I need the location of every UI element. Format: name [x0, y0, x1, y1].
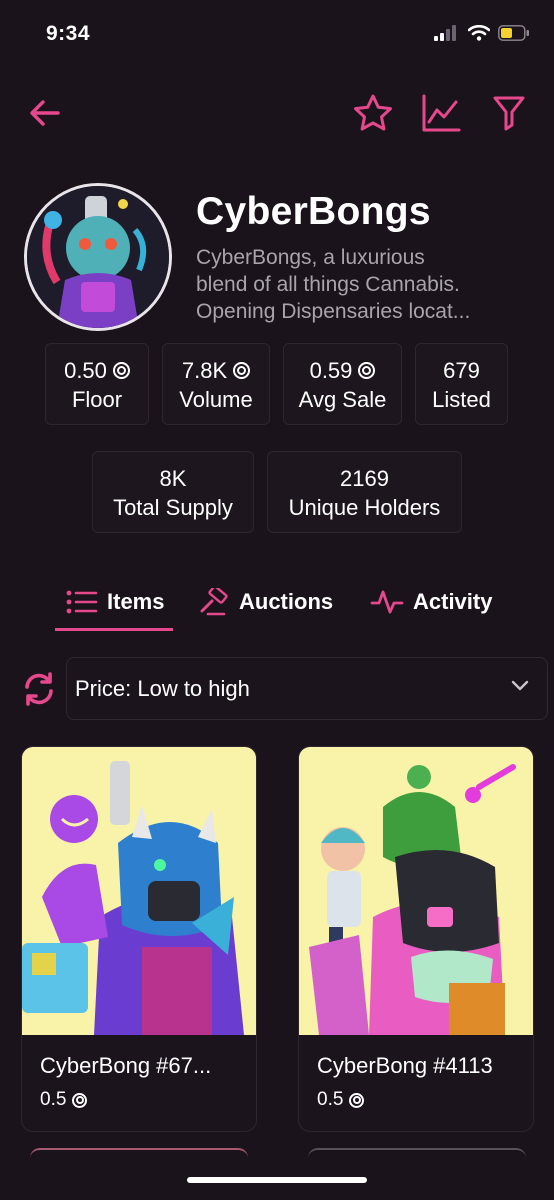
gavel-icon [200, 588, 228, 616]
item-image [299, 747, 533, 1035]
item-card[interactable]: CyberBong #67... 0.5 [21, 746, 257, 1132]
activity-icon [370, 590, 404, 614]
star-icon [354, 94, 392, 131]
description-line: Opening Dispensaries locat... [196, 300, 471, 323]
stat-label: Listed [432, 387, 491, 412]
sol-icon [358, 362, 376, 379]
battery-icon [498, 25, 529, 41]
sort-select[interactable]: Price: Low to high [66, 657, 548, 720]
sol-icon [72, 1092, 88, 1108]
stat-value: 7.8K [181, 358, 228, 383]
list-icon [66, 590, 98, 614]
collection-avatar [24, 183, 172, 331]
tab-label: Auctions [239, 589, 334, 614]
item-card[interactable]: CyberBong #4113 0.5 [298, 746, 534, 1132]
item-name: CyberBong #67... [40, 1053, 212, 1078]
item-card-peek[interactable] [308, 1148, 526, 1168]
wifi-icon [468, 25, 490, 41]
signal-icon [434, 25, 456, 41]
line-chart-icon [422, 94, 461, 132]
arrow-left-icon [30, 100, 60, 126]
tab-activity[interactable]: Activity [370, 582, 492, 622]
stat-floor: 0.50 Floor [45, 343, 149, 425]
status-bar: 9:34 [0, 0, 554, 70]
filter-icon [493, 96, 525, 131]
sort-value: Price: Low to high [75, 675, 250, 701]
active-tab-indicator [55, 628, 173, 631]
description-line: blend of all things Cannabis. [196, 273, 460, 296]
stat-label: Volume [179, 387, 253, 412]
stat-label: Floor [71, 387, 123, 412]
status-icons [434, 25, 530, 41]
price-value: 0.5 [40, 1089, 67, 1110]
refresh-icon [25, 672, 53, 706]
sol-icon [233, 362, 251, 379]
tab-label: Items [107, 589, 165, 614]
stat-unique-holders: 2169 Unique Holders [267, 451, 462, 533]
item-price: 0.5 [40, 1089, 88, 1111]
stat-label: Avg Sale [298, 387, 387, 412]
item-card-peek[interactable] [30, 1148, 248, 1168]
stat-value: 679 [443, 358, 480, 383]
tab-bar: Items Auctions Activity [0, 572, 554, 632]
status-time: 9:34 [46, 22, 91, 45]
chevron-down-icon [511, 680, 529, 691]
back-button[interactable] [20, 88, 70, 138]
stat-value: 0.50 [64, 358, 107, 383]
stat-value: 0.59 [309, 358, 353, 383]
tab-items[interactable]: Items [66, 582, 164, 622]
stat-value: 2169 [340, 466, 389, 491]
stat-volume: 7.8K Volume [162, 343, 270, 425]
item-price: 0.5 [317, 1089, 365, 1111]
item-name: CyberBong #4113 [317, 1053, 493, 1078]
sol-icon [349, 1092, 365, 1108]
stat-listed: 679 Listed [415, 343, 508, 425]
filter-button[interactable] [484, 88, 534, 138]
collection-description: CyberBongs, a luxurious blend of all thi… [196, 244, 526, 325]
stat-avg-sale: 0.59 Avg Sale [283, 343, 402, 425]
stat-value: 8K [159, 466, 187, 491]
price-value: 0.5 [317, 1089, 344, 1110]
stat-label: Unique Holders [288, 495, 441, 520]
stat-total-supply: 8K Total Supply [92, 451, 254, 533]
sol-icon [112, 362, 130, 379]
top-nav [0, 88, 554, 138]
stat-label: Total Supply [113, 495, 233, 520]
description-line: CyberBongs, a luxurious [196, 246, 425, 269]
home-indicator [187, 1177, 367, 1183]
chart-button[interactable] [416, 88, 466, 138]
favorite-button[interactable] [348, 88, 398, 138]
refresh-button[interactable] [20, 670, 58, 708]
tab-auctions[interactable]: Auctions [200, 582, 333, 622]
tab-label: Activity [413, 589, 493, 614]
item-image [22, 747, 256, 1035]
collection-title: CyberBongs [196, 190, 431, 233]
